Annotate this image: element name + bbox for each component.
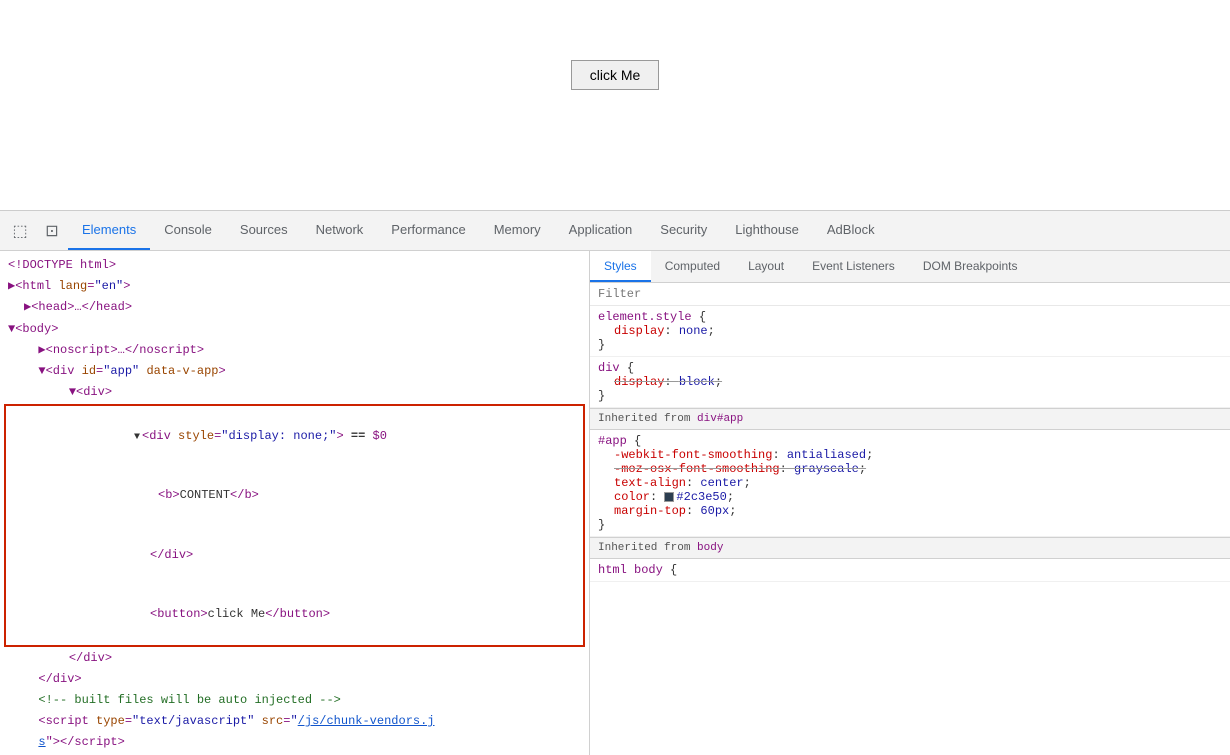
- device-icon[interactable]: ⊡: [38, 217, 66, 245]
- body-open-line: ▼<body>: [0, 319, 589, 340]
- tab-security[interactable]: Security: [646, 211, 721, 250]
- div-style-line: ▼<div style="display: none;"> == $0: [6, 406, 583, 466]
- div-app-line: ▼<div id="app" data-v-app>: [0, 361, 589, 382]
- div-close2-line: </div>: [0, 648, 589, 669]
- element-style-rule: element.style { display: none; }: [590, 306, 1230, 357]
- browser-page: click Me: [0, 0, 1230, 210]
- div-inner-line: ▼<div>: [0, 382, 589, 403]
- script1b-line: s"></script>: [0, 732, 589, 753]
- tab-console[interactable]: Console: [150, 211, 226, 250]
- div-close-line: </div>: [6, 525, 583, 585]
- head-line: ▶<head>…</head>: [0, 297, 589, 318]
- tab-network[interactable]: Network: [302, 211, 378, 250]
- styles-tab-layout[interactable]: Layout: [734, 251, 798, 282]
- tab-adblock[interactable]: AdBlock: [813, 211, 889, 250]
- app-rule: #app { -webkit-font-smoothing: antialias…: [590, 430, 1230, 537]
- devtools-body: <!DOCTYPE html> ▶<html lang="en"> ▶<head…: [0, 251, 1230, 755]
- styles-panel: Styles Computed Layout Event Listeners D…: [590, 251, 1230, 755]
- inherited-divapp-header: Inherited from div#app: [590, 408, 1230, 430]
- devtools-tabs: Elements Console Sources Network Perform…: [68, 211, 889, 250]
- tab-lighthouse[interactable]: Lighthouse: [721, 211, 813, 250]
- click-me-button[interactable]: click Me: [571, 60, 660, 90]
- tab-performance[interactable]: Performance: [377, 211, 479, 250]
- devtools-panel: ⬚ ⊡ Elements Console Sources Network Per…: [0, 210, 1230, 755]
- styles-tab-computed[interactable]: Computed: [651, 251, 734, 282]
- inspect-icon[interactable]: ⬚: [6, 217, 34, 245]
- html-open-line: ▶<html lang="en">: [0, 276, 589, 297]
- b-content-line: <b>CONTENT</b>: [6, 466, 583, 526]
- html-body-rule: html body {: [590, 559, 1230, 582]
- doctype-line: <!DOCTYPE html>: [0, 255, 589, 276]
- highlighted-block: ▼<div style="display: none;"> == $0 <b>C…: [4, 404, 585, 646]
- color-swatch: [664, 492, 674, 502]
- styles-tabs: Styles Computed Layout Event Listeners D…: [590, 251, 1230, 283]
- noscript-line: ▶<noscript>…</noscript>: [0, 340, 589, 361]
- styles-tab-event-listeners[interactable]: Event Listeners: [798, 251, 909, 282]
- div-close3-line: </div>: [0, 669, 589, 690]
- button-click-line: <button>click Me</button>: [6, 585, 583, 645]
- comment-line: <!-- built files will be auto injected -…: [0, 690, 589, 711]
- inherited-body-header: Inherited from body: [590, 537, 1230, 559]
- devtools-topbar: ⬚ ⊡ Elements Console Sources Network Per…: [0, 211, 1230, 251]
- styles-tab-dom-breakpoints[interactable]: DOM Breakpoints: [909, 251, 1032, 282]
- script1-line: <script type="text/javascript" src="/js/…: [0, 711, 589, 732]
- tab-elements[interactable]: Elements: [68, 211, 150, 250]
- div-rule: div { display: block; }: [590, 357, 1230, 408]
- styles-filter-bar[interactable]: Filter: [590, 283, 1230, 306]
- tab-memory[interactable]: Memory: [480, 211, 555, 250]
- styles-tab-styles[interactable]: Styles: [590, 251, 651, 282]
- elements-panel: <!DOCTYPE html> ▶<html lang="en"> ▶<head…: [0, 251, 590, 755]
- tab-application[interactable]: Application: [555, 211, 647, 250]
- tab-sources[interactable]: Sources: [226, 211, 302, 250]
- styles-content: Filter element.style { display: none; } …: [590, 283, 1230, 755]
